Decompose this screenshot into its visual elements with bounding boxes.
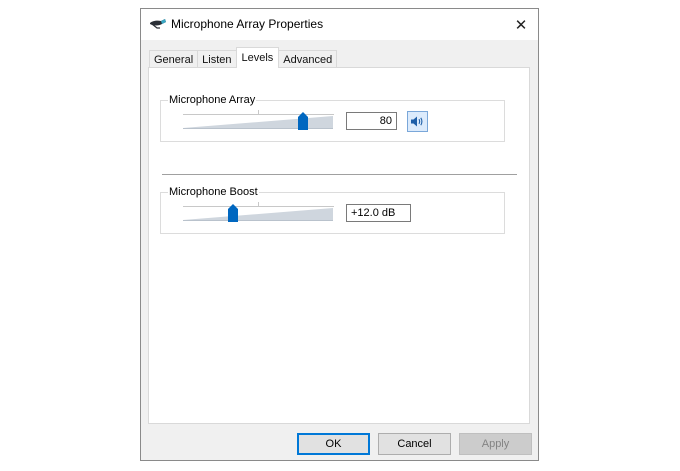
tab-advanced[interactable]: Advanced <box>278 50 338 68</box>
microphone-boost-group: Microphone Boost +12.0 dB <box>160 186 505 234</box>
tab-levels[interactable]: Levels <box>235 47 280 68</box>
window-title: Microphone Array Properties <box>171 17 324 31</box>
apply-button[interactable]: Apply <box>459 433 532 455</box>
desktop-background: Microphone Array Properties ✕ General Li… <box>0 0 680 471</box>
microphone-array-level-field[interactable]: 80 <box>346 112 397 130</box>
tab-strip: General Listen Levels Advanced <box>149 47 338 68</box>
properties-dialog: Microphone Array Properties ✕ General Li… <box>140 8 539 461</box>
microphone-array-group: Microphone Array 80 <box>160 94 505 142</box>
speaker-volume-icon <box>411 116 423 127</box>
slider-thumb[interactable] <box>298 112 308 130</box>
microphone-boost-slider[interactable] <box>183 202 334 226</box>
tab-listen[interactable]: Listen <box>197 50 237 68</box>
microphone-boost-label: Microphone Boost <box>168 186 259 198</box>
levels-panel: Microphone Array 80 Microphone Boost +12… <box>148 67 530 424</box>
section-divider <box>162 174 517 175</box>
tab-general[interactable]: General <box>149 50 199 68</box>
microphone-array-slider[interactable] <box>183 110 334 134</box>
slider-volume-wedge <box>183 208 333 221</box>
cancel-button[interactable]: Cancel <box>378 433 451 455</box>
microphone-boost-level-field[interactable]: +12.0 dB <box>346 204 411 222</box>
title-bar[interactable]: Microphone Array Properties ✕ <box>141 9 538 40</box>
microphone-device-icon <box>149 17 167 31</box>
close-button[interactable]: ✕ <box>504 9 538 40</box>
microphone-array-label: Microphone Array <box>168 94 257 106</box>
ok-button[interactable]: OK <box>297 433 370 455</box>
mute-toggle-button[interactable] <box>407 111 428 132</box>
slider-thumb[interactable] <box>228 204 238 222</box>
slider-volume-wedge <box>183 116 333 129</box>
close-icon: ✕ <box>514 16 528 34</box>
